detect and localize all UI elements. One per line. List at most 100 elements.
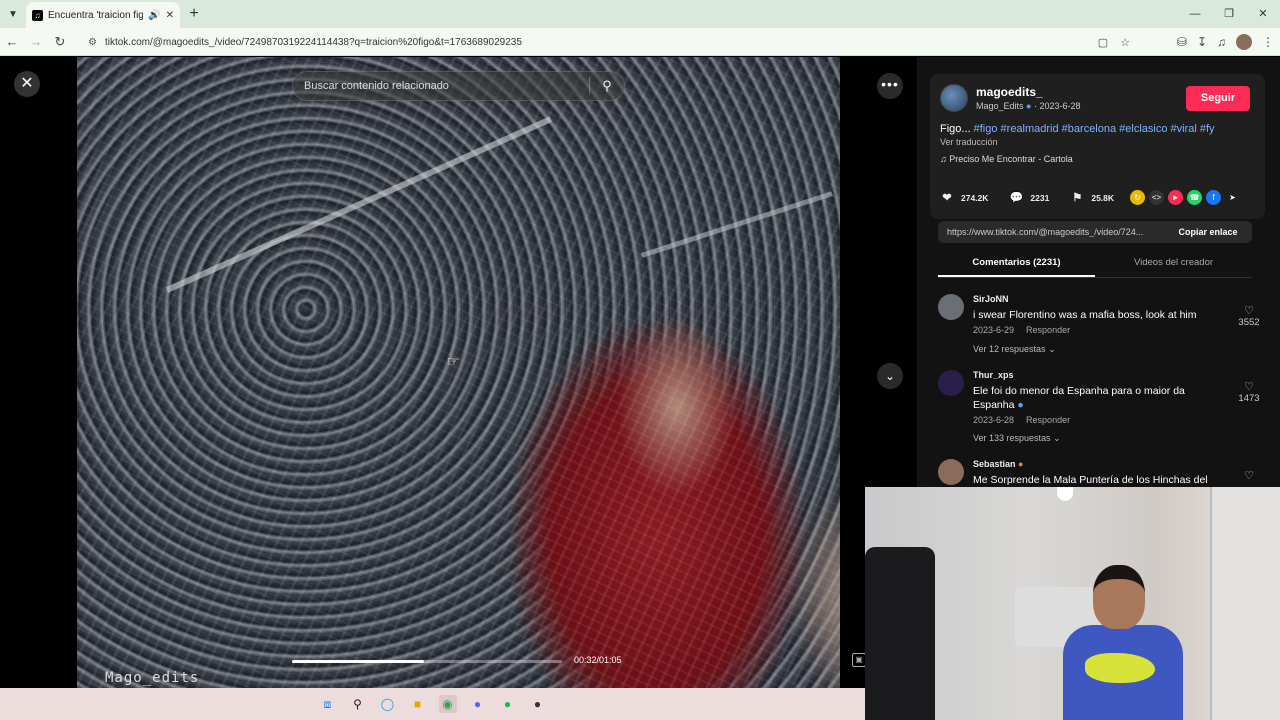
browser-tab[interactable]: ♫ Encuentra 'traicion figo' en 🔊 ✕ xyxy=(26,2,180,28)
forward-icon[interactable]: → xyxy=(24,34,48,49)
comment-username-text[interactable]: Sebastian xyxy=(973,459,1016,469)
restore-icon[interactable]: ❐ xyxy=(1212,0,1246,28)
tab-comments[interactable]: Comentarios (2231) xyxy=(938,252,1095,277)
heart-outline-icon[interactable]: ♡ xyxy=(1234,380,1264,393)
follow-button[interactable]: Seguir xyxy=(1186,86,1250,111)
download-icon[interactable]: ↧ xyxy=(1197,35,1207,49)
new-tab-button[interactable]: + xyxy=(180,5,208,23)
share-link-text[interactable]: https://www.tiktok.com/@magoedits_/video… xyxy=(938,227,1164,237)
author-nickname[interactable]: Mago_Edits xyxy=(976,101,1024,111)
shirt-crocodile-graphic xyxy=(1085,653,1155,683)
video-time: 00:32/01:05 xyxy=(574,655,622,665)
discord-icon[interactable]: ● xyxy=(469,695,487,713)
video-progress-bar[interactable] xyxy=(292,660,562,663)
comment-like[interactable]: ♡ 1473 xyxy=(1234,380,1264,404)
comment-username[interactable]: Sebastian ● xyxy=(973,459,1023,469)
view-replies-link[interactable]: Ver 12 respuestas ⌄ xyxy=(973,344,1056,355)
video-frame xyxy=(77,57,840,688)
commenter-avatar[interactable] xyxy=(938,294,964,320)
comment-item: SirJoNN i swear Florentino was a mafia b… xyxy=(938,294,1268,360)
share-arrow-icon[interactable]: ➤ xyxy=(1225,190,1240,205)
facebook-icon[interactable]: f xyxy=(1206,190,1221,205)
music-title[interactable]: Preciso Me Encontrar - Cartola xyxy=(949,154,1073,164)
comment-icon[interactable]: 💬 xyxy=(1008,190,1024,206)
copy-link-box: https://www.tiktok.com/@magoedits_/video… xyxy=(938,221,1252,243)
reply-link[interactable]: Responder xyxy=(1026,325,1070,335)
spotify-icon[interactable]: ● xyxy=(499,695,517,713)
webcam-person-shirt xyxy=(1063,625,1183,720)
share-icons: ↻ <> ► ☎ f ➤ xyxy=(1130,190,1240,205)
description-text: Figo... xyxy=(940,123,974,135)
comment-meta: 2023-6-28 Responder xyxy=(973,415,1070,425)
see-translation-link[interactable]: Ver traducción xyxy=(940,137,998,147)
tab-creator-videos[interactable]: Videos del creador xyxy=(1095,252,1252,277)
extensions-icon[interactable]: ⛁ xyxy=(1177,35,1187,49)
windows-start-icon[interactable]: ⧈ xyxy=(319,695,337,713)
comment-like[interactable]: ♡ xyxy=(1234,469,1264,482)
tiktok-favicon-icon: ♫ xyxy=(32,9,43,21)
reply-link[interactable]: Responder xyxy=(1026,415,1070,425)
app-icon[interactable]: ● xyxy=(529,695,547,713)
comment-username[interactable]: SirJoNN xyxy=(973,294,1009,304)
commenter-avatar[interactable] xyxy=(938,370,964,396)
embed-icon[interactable]: <> xyxy=(1149,190,1164,205)
tab-search-icon[interactable]: ▼ xyxy=(0,0,26,28)
view-replies-label[interactable]: Ver 12 respuestas xyxy=(973,344,1046,354)
music-row[interactable]: ♫ Preciso Me Encontrar - Cartola xyxy=(940,154,1073,164)
close-video-icon[interactable]: ✕ xyxy=(14,71,40,97)
chevron-down-icon: ⌄ xyxy=(1048,344,1056,354)
browser-menu-icon[interactable]: ⋮ xyxy=(1262,35,1274,49)
site-info-icon[interactable]: ⚙ xyxy=(88,37,97,48)
comment-username[interactable]: Thur_xps xyxy=(973,370,1014,380)
video-progress-fill xyxy=(292,660,425,663)
commenter-avatar[interactable] xyxy=(938,459,964,485)
comment-like[interactable]: ♡ 3552 xyxy=(1234,304,1264,328)
author-username[interactable]: magoedits_ xyxy=(976,85,1043,99)
file-explorer-icon[interactable]: ■ xyxy=(409,695,427,713)
video-player[interactable]: Mago_edits xyxy=(77,57,840,688)
search-icon[interactable]: ⚲ xyxy=(590,78,624,94)
whatsapp-icon[interactable]: ☎ xyxy=(1187,190,1202,205)
related-search-input[interactable]: Buscar contenido relacionado xyxy=(293,80,589,92)
heart-outline-icon[interactable]: ♡ xyxy=(1234,304,1264,317)
address-toolbar: ← → ↻ ⚙ tiktok.com/@magoedits_/video/724… xyxy=(0,28,1280,56)
speaker-icon[interactable]: 🔊 xyxy=(148,10,160,21)
media-control-icon[interactable]: ♫ xyxy=(1217,35,1226,49)
author-avatar[interactable] xyxy=(940,84,968,112)
address-bar[interactable]: ⚙ tiktok.com/@magoedits_/video/724987031… xyxy=(82,31,1138,53)
profile-avatar[interactable] xyxy=(1236,34,1252,50)
hashtags[interactable]: #figo #realmadrid #barcelona #elclasico … xyxy=(974,123,1215,135)
install-app-icon[interactable]: ▢ xyxy=(1098,36,1108,49)
minimize-icon[interactable]: — xyxy=(1178,0,1212,28)
bookmark-icon[interactable]: ⚑ xyxy=(1069,190,1085,206)
reload-icon[interactable]: ↻ xyxy=(48,34,72,50)
view-replies-link[interactable]: Ver 133 respuestas ⌄ xyxy=(973,433,1061,444)
bookmark-star-icon[interactable]: ☆ xyxy=(1120,36,1130,49)
webcam-chair xyxy=(865,547,935,720)
window-close-icon[interactable]: ✕ xyxy=(1246,0,1280,28)
save-count: 25.8K xyxy=(1091,193,1115,203)
webcam-door xyxy=(1210,487,1280,720)
author-nickname-row: Mago_Edits ● · 2023-6-28 xyxy=(976,101,1081,111)
miniplayer-icon[interactable]: ▣ xyxy=(852,653,866,667)
url-text[interactable]: tiktok.com/@magoedits_/video/72498703192… xyxy=(105,37,522,48)
search-icon[interactable]: ⚲ xyxy=(349,695,367,713)
comment-date: 2023-6-29 xyxy=(973,325,1015,335)
repost-icon[interactable]: ↻ xyxy=(1130,190,1145,205)
chevron-down-icon[interactable]: ⌄ xyxy=(877,363,903,389)
copy-link-button[interactable]: Copiar enlace xyxy=(1164,227,1252,237)
comment-text-content: Ele foi do menor da Espanha para o maior… xyxy=(973,385,1185,411)
heart-outline-icon[interactable]: ♡ xyxy=(1234,469,1264,482)
panel-tabs: Comentarios (2231) Videos del creador xyxy=(938,252,1252,278)
tab-close-icon[interactable]: ✕ xyxy=(166,10,174,21)
related-search-bar[interactable]: Buscar contenido relacionado ⚲ xyxy=(292,71,625,101)
back-icon[interactable]: ← xyxy=(0,34,24,49)
webcam-person xyxy=(1063,565,1183,720)
view-replies-label[interactable]: Ver 133 respuestas xyxy=(973,433,1051,443)
comment-date: 2023-6-28 xyxy=(973,415,1015,425)
send-to-friend-icon[interactable]: ► xyxy=(1168,190,1183,205)
more-options-icon[interactable]: ••• xyxy=(877,73,903,99)
edge-browser-icon[interactable]: ◯ xyxy=(379,695,397,713)
chrome-browser-icon[interactable]: ◉ xyxy=(438,695,457,713)
heart-icon[interactable]: ❤ xyxy=(939,190,955,206)
